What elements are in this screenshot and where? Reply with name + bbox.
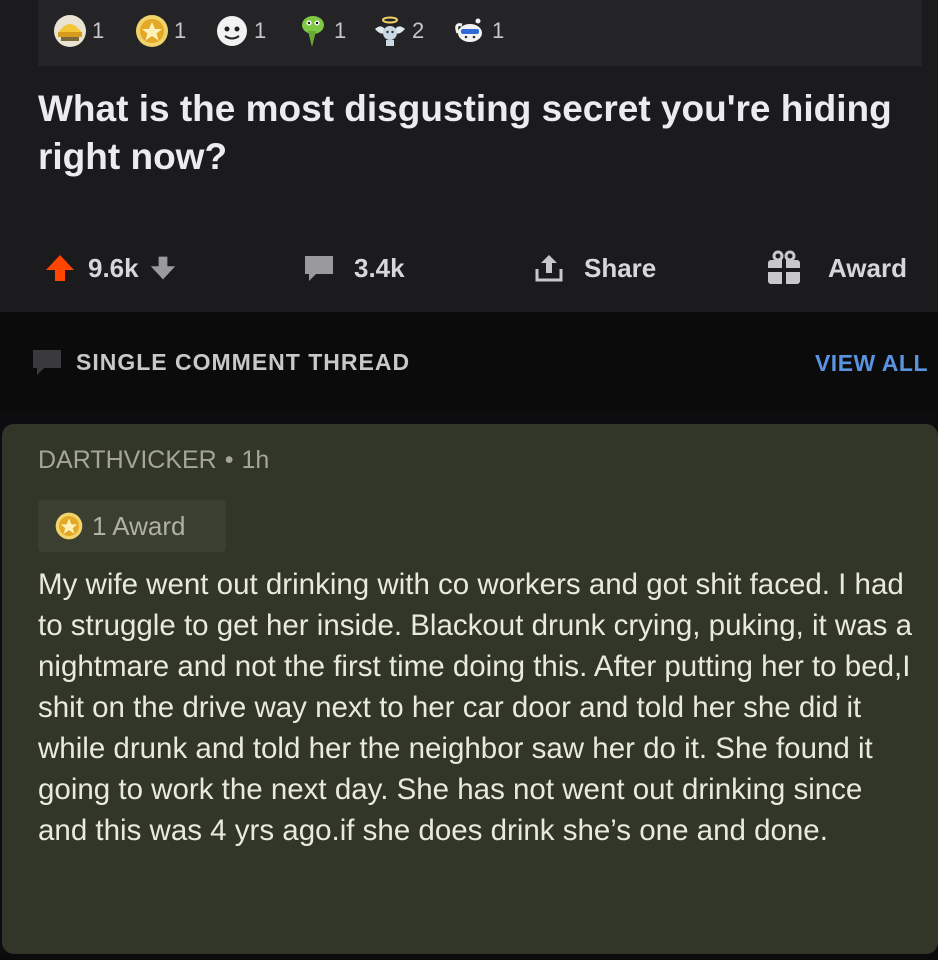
green-creature-award-icon: [302, 16, 324, 47]
comment-bubble-icon: [33, 350, 61, 375]
snoo-award-icon: [455, 18, 482, 42]
share-label: Share: [584, 252, 657, 283]
award-label: Award: [828, 252, 907, 283]
award-count: 2: [412, 18, 425, 43]
upvote-count: 9.6k: [88, 252, 139, 283]
comment-author[interactable]: DARTHVICKER: [38, 446, 217, 474]
share-button[interactable]: Share: [532, 244, 656, 292]
gold-award-icon: [55, 512, 83, 540]
comment-age: 1h: [241, 446, 270, 474]
post-award-green-creature[interactable]: 1: [294, 13, 346, 49]
comment-body: My wife went out drinking with co worker…: [38, 568, 912, 847]
gift-icon: [768, 250, 800, 284]
post-award-angel[interactable]: 2: [372, 13, 424, 49]
comment-bubble-icon: [305, 256, 333, 281]
comments-button[interactable]: 3.4k: [302, 244, 405, 292]
award-count: 1: [92, 18, 105, 43]
post-title[interactable]: What is the most disgusting secret you'r…: [38, 85, 918, 181]
award-count: 1: [254, 18, 267, 43]
downvote-arrow-icon[interactable]: [149, 253, 177, 283]
angel-award-icon: [375, 16, 405, 46]
vote-control: 9.6k: [44, 244, 177, 292]
comments-count: 3.4k: [354, 252, 405, 283]
share-icon: [535, 255, 563, 282]
post-award-helmet[interactable]: 1: [52, 13, 104, 49]
comment-award-badge[interactable]: 1 Award: [38, 500, 226, 552]
post-award-face[interactable]: 1: [214, 13, 266, 49]
meta-separator: •: [224, 446, 234, 474]
single-comment-thread-bar: SINGLE COMMENT THREAD VIEW ALL: [0, 312, 938, 412]
comment-award-label: 1 Award: [92, 510, 186, 541]
award-button[interactable]: Award: [764, 244, 907, 292]
post-award-gold[interactable]: 1: [134, 13, 186, 49]
bottom-divider: [0, 954, 938, 960]
comment-meta: DARTHVICKER • 1h: [38, 446, 269, 475]
helmet-award-icon: [54, 15, 86, 47]
upvote-arrow-icon[interactable]: [44, 252, 76, 284]
view-all-link[interactable]: VIEW ALL: [815, 350, 928, 377]
post-awards-bar[interactable]: 1 1 1 1 2 1: [38, 0, 922, 66]
award-count: 1: [174, 18, 187, 43]
post-action-bar: 9.6k 3.4k Share Award: [0, 244, 938, 292]
thread-label-group: SINGLE COMMENT THREAD: [30, 346, 410, 378]
post-award-snoo[interactable]: 1: [452, 13, 504, 49]
thread-label: SINGLE COMMENT THREAD: [76, 348, 411, 375]
post-card: 1 1 1 1 2 1 What is the most disgusting …: [0, 0, 938, 312]
gold-award-icon: [136, 15, 168, 47]
award-count: 1: [334, 18, 347, 43]
face-award-icon: [217, 16, 247, 46]
award-count: 1: [492, 18, 505, 43]
comment-card: DARTHVICKER • 1h 1 Award My wife went out …: [2, 424, 938, 954]
